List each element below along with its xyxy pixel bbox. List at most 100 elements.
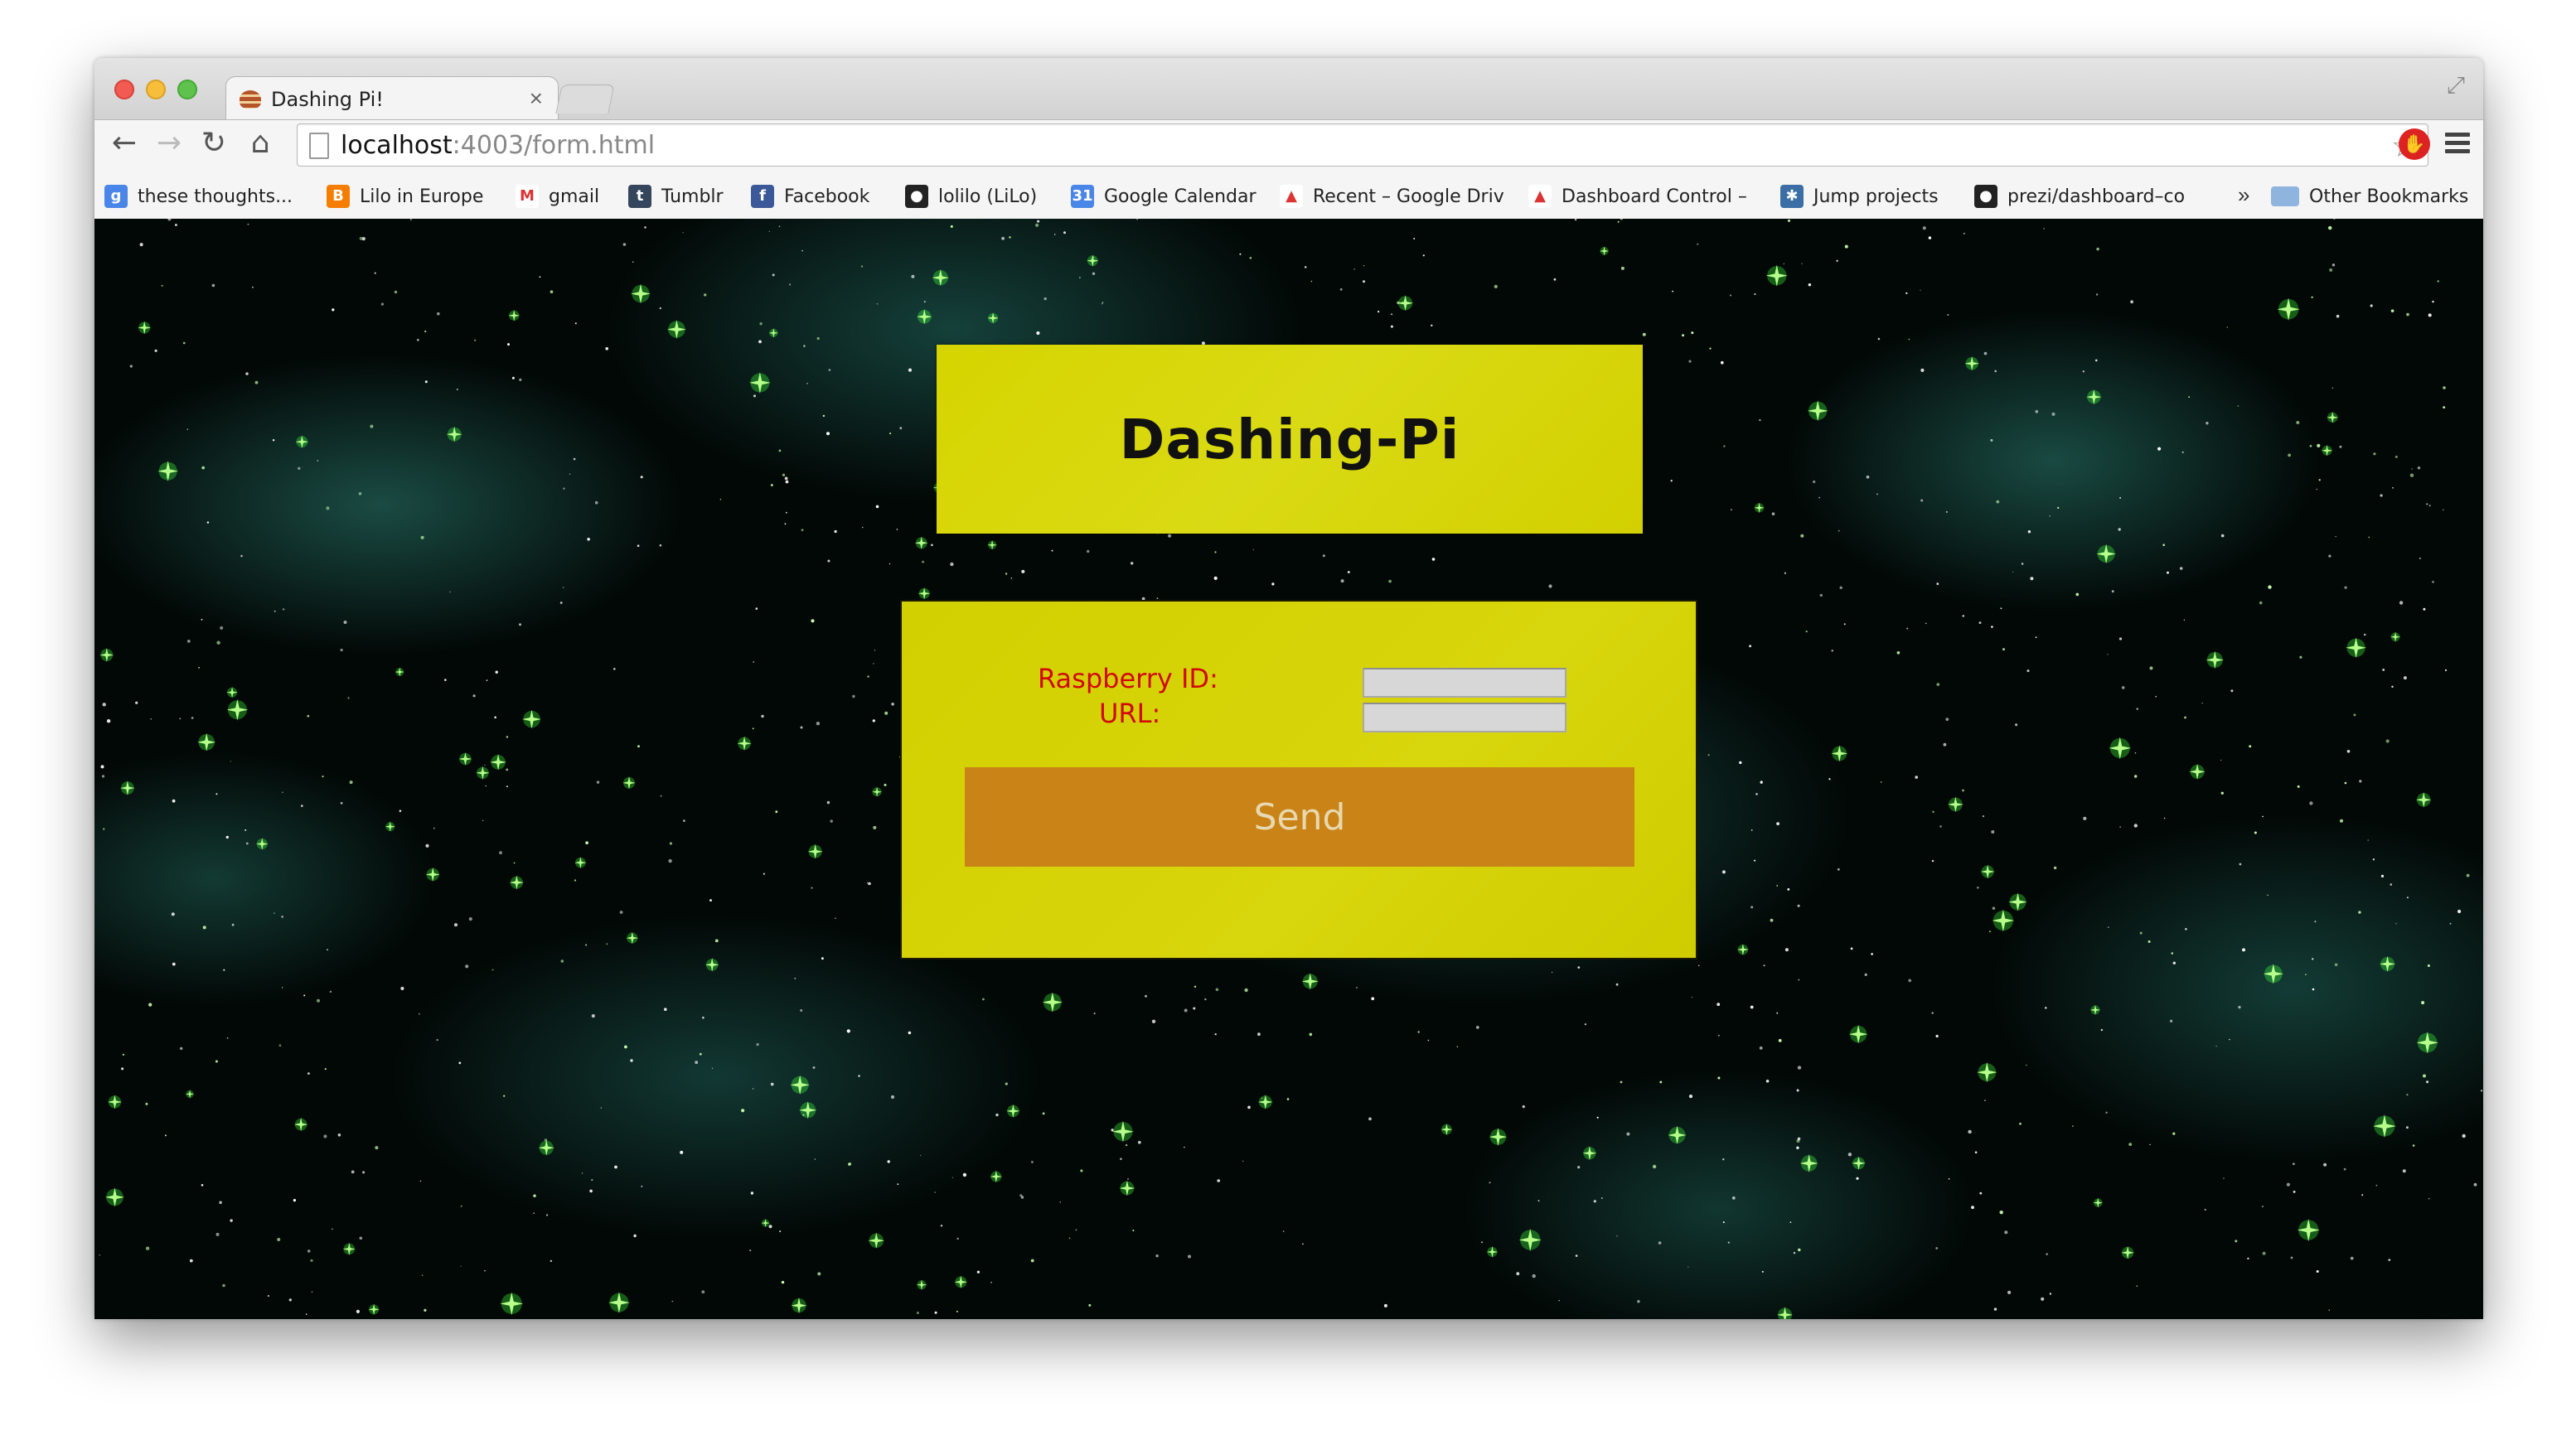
other-bookmarks[interactable]: Other Bookmarks [2271, 182, 2468, 210]
star-dot [2220, 759, 2222, 761]
sparkle-star [476, 766, 490, 780]
forward-button[interactable]: → [151, 125, 187, 162]
other-bookmarks-label: Other Bookmarks [2309, 186, 2469, 207]
sparkle-star [1257, 1095, 1273, 1109]
sparkle-star [2321, 445, 2333, 457]
address-bar[interactable]: localhost:4003/form.html ☆ [297, 123, 2428, 167]
github-icon: ● [1974, 185, 1997, 208]
star-dot [1936, 683, 1940, 686]
back-button[interactable]: ← [106, 125, 143, 162]
star-dot [506, 736, 509, 738]
star-dot [1481, 1241, 1483, 1244]
star-dot [1971, 1206, 1974, 1210]
sparkle-star [2263, 964, 2283, 984]
star-dot [1722, 1221, 1725, 1224]
home-button[interactable]: ⌂ [242, 125, 278, 162]
star-dot [2336, 314, 2340, 318]
star-dot [2293, 1191, 2296, 1193]
star-dot [1731, 1196, 1736, 1200]
tab-dashing-pi[interactable]: Dashing Pi! × [225, 76, 559, 122]
star-dot [1837, 868, 1840, 871]
bookmark-item[interactable]: ▲ Dashboard Control – [1528, 182, 1747, 210]
star-dot [2149, 1143, 2151, 1146]
send-button[interactable]: Send [965, 767, 1634, 867]
star-dot [2171, 952, 2174, 955]
star-dot [920, 1154, 922, 1157]
star-dot [806, 383, 808, 384]
star-dot [206, 521, 210, 524]
bookmark-item[interactable]: f Facebook [751, 182, 869, 210]
star-dot [2035, 409, 2039, 413]
new-tab-button[interactable] [555, 85, 615, 114]
raspberry-id-label: Raspberry ID: [1038, 663, 1218, 694]
bookmark-item[interactable]: ▲ Recent – Google Driv [1280, 182, 1504, 210]
bookmark-item[interactable]: g these thoughts... [104, 182, 293, 210]
bookmarks-overflow-button[interactable]: » [2238, 182, 2249, 208]
close-tab-icon[interactable]: × [530, 85, 543, 112]
sparkle-star [500, 1292, 524, 1316]
star-dot [2412, 1144, 2415, 1147]
bookmark-label: Tumblr [661, 186, 724, 207]
star-dot [1184, 1008, 1188, 1013]
star-dot [2136, 708, 2138, 710]
fullscreen-icon[interactable]: ⤢ [2443, 73, 2468, 98]
sparkle-star [157, 461, 179, 481]
star-dot [1168, 534, 1172, 538]
star-dot [2449, 922, 2452, 925]
minimize-window-button[interactable] [146, 80, 166, 99]
zoom-window-button[interactable] [177, 80, 197, 99]
star-dot [2299, 655, 2302, 659]
star-dot [827, 559, 830, 563]
star-dot [1943, 742, 1947, 747]
star-dot [701, 1290, 705, 1294]
raspberry-id-input[interactable] [1363, 668, 1566, 698]
star-dot [1030, 1259, 1034, 1263]
sparkle-star [522, 709, 541, 729]
star-dot [1247, 1105, 1251, 1109]
star-dot [424, 1308, 427, 1312]
star-dot [1620, 219, 1623, 220]
bookmark-item[interactable]: Mgmail [516, 182, 599, 210]
sparkle-star [2109, 737, 2132, 760]
star-dot [2361, 1194, 2364, 1196]
url-input[interactable] [1363, 703, 1566, 732]
star-dot [460, 1205, 462, 1207]
star-dot [1383, 1303, 1387, 1307]
bookmark-item[interactable]: B Lilo in Europe [327, 182, 483, 210]
star-dot [1214, 551, 1217, 553]
star-dot [1217, 1179, 1220, 1182]
star-dot [2247, 1257, 2249, 1260]
bookmark-item[interactable]: 31 Google Calendar [1071, 182, 1257, 210]
sparkle-star [1807, 400, 1828, 422]
close-window-button[interactable] [114, 80, 134, 99]
star-dot [2179, 567, 2183, 570]
star-dot [161, 284, 163, 287]
star-dot [1750, 906, 1754, 909]
star-dot [644, 226, 646, 229]
star-dot [399, 810, 402, 812]
sparkle-star [1799, 1154, 1818, 1172]
star-dot [1866, 475, 1870, 479]
star-dot [2026, 1064, 2027, 1066]
menu-icon[interactable] [2445, 128, 2470, 158]
stop-hand-extension-icon[interactable]: ✋ [2399, 128, 2430, 160]
star-dot [347, 697, 350, 699]
bookmark-item[interactable]: t Tumblr [628, 182, 724, 210]
star-dot [267, 1294, 269, 1298]
bookmark-item[interactable]: ● prezi/dashboard–co [1974, 182, 2185, 210]
star-dot [782, 473, 786, 476]
bookmark-item[interactable]: ● lolilo (LiLo) [905, 182, 1037, 210]
star-dot [1600, 1197, 1603, 1199]
star-dot [1847, 1153, 1852, 1157]
star-dot [596, 781, 600, 784]
star-dot [2339, 445, 2342, 448]
page-title: Dashing-Pi [1119, 407, 1460, 471]
star-dot [1763, 964, 1765, 967]
star-dot [1784, 572, 1786, 574]
star-dot [101, 775, 105, 778]
url-text[interactable]: localhost:4003/form.html [341, 131, 655, 160]
star-dot [2049, 515, 2051, 517]
bookmark-item[interactable]: ✱ Jump projects [1780, 182, 1939, 210]
reload-button[interactable]: ↻ [196, 125, 232, 162]
star-dot [274, 610, 276, 612]
